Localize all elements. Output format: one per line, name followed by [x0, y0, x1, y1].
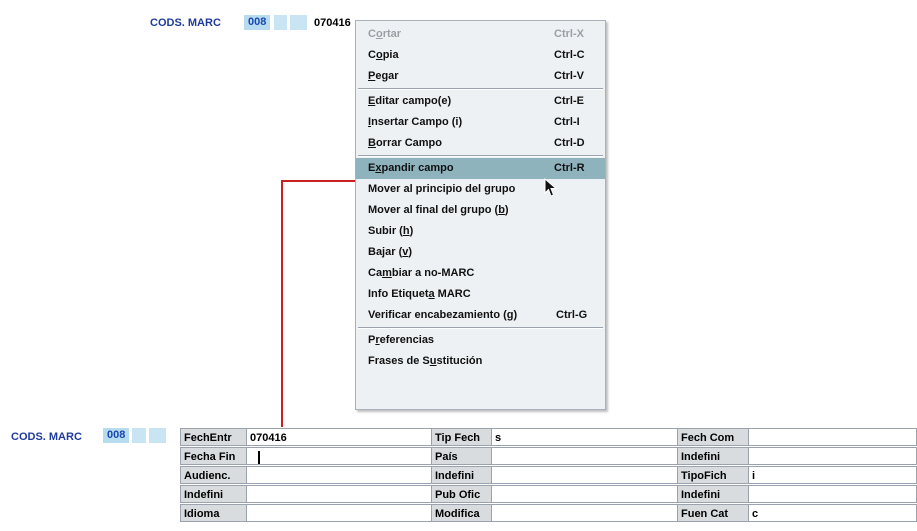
menu-item-editar-campo[interactable]: Editar campo(e) Ctrl-E [356, 91, 605, 112]
field-input-idioma[interactable] [246, 504, 432, 522]
marc-tag-008[interactable]: 008 [244, 15, 271, 30]
menu-item-mover-principio[interactable]: Mover al principio del grupo [356, 179, 605, 200]
menu-item-cortar[interactable]: Cortar Ctrl-X [356, 24, 605, 45]
field-label-fech-com: Fech Com [677, 428, 749, 446]
field-label-modifica: Modifica [431, 504, 492, 522]
field-label-tip-fech: Tip Fech [431, 428, 492, 446]
menu-item-copia[interactable]: Copia Ctrl-C [356, 45, 605, 66]
marc-codes-label-bottom: CODS. MARC [11, 431, 82, 443]
marc-codes-label: CODS. MARC [150, 17, 221, 29]
menu-separator [358, 155, 603, 157]
field-value: 070416 [250, 432, 287, 444]
field-label-audienc: Audienc. [180, 466, 247, 484]
connector-vertical [281, 180, 283, 427]
mouse-pointer-icon [544, 178, 558, 197]
field-input-indefini[interactable] [246, 485, 432, 503]
field-input-fecha-fin[interactable] [246, 447, 432, 465]
field-label-pub-ofic: Pub Ofic [431, 485, 492, 503]
menu-item-shortcut: Ctrl-X [554, 28, 584, 40]
field-input-indefini[interactable] [748, 447, 917, 465]
menu-item-shortcut: Ctrl-V [554, 70, 584, 82]
field-input-fechentr[interactable]: 070416 [246, 428, 432, 446]
field-value: i [752, 470, 756, 482]
field-input-indefini[interactable] [491, 466, 678, 484]
menu-item-label: Info Etiqueta MARC [368, 288, 471, 300]
field-input-pa-s[interactable] [491, 447, 678, 465]
marc-indicator-1[interactable] [274, 15, 287, 30]
marc-indicator-2[interactable] [290, 15, 307, 30]
menu-item-verificar-encabezamiento[interactable]: Verificar encabezamiento (g) Ctrl-G [356, 305, 605, 326]
menu-item-frases-sustitucion[interactable]: Frases de Sustitución [356, 351, 605, 372]
menu-item-label: Preferencias [368, 334, 435, 346]
field-label-fechentr: FechEntr [180, 428, 247, 446]
marc-indicator-2-bottom[interactable] [149, 428, 166, 443]
menu-item-shortcut: Ctrl-G [556, 309, 588, 321]
field-input-pub-ofic[interactable] [491, 485, 678, 503]
field-input-fech-com[interactable] [748, 428, 917, 446]
text-caret [258, 450, 260, 464]
menu-item-label: Mover al principio del grupo [368, 183, 516, 195]
field-input-tipofich[interactable]: i [748, 466, 917, 484]
menu-item-label: Editar campo(e) [368, 95, 452, 107]
marc-tag-008-bottom[interactable]: 008 [103, 428, 130, 443]
field-input-modifica[interactable] [491, 504, 678, 522]
menu-item-label: Bajar (v) [368, 246, 413, 258]
field-label-fecha-fin: Fecha Fin [180, 447, 247, 465]
field-input-indefini[interactable] [748, 485, 917, 503]
field-label-tipofich: TipoFich [677, 466, 749, 484]
field-value: s [495, 432, 502, 444]
menu-item-bajar[interactable]: Bajar (v) [356, 242, 605, 263]
field-input-fuen-cat[interactable]: c [748, 504, 917, 522]
menu-item-label: Expandir campo [368, 162, 454, 174]
field-input-tip-fech[interactable]: s [491, 428, 678, 446]
menu-item-label: Pegar [368, 70, 399, 82]
menu-item-mover-final[interactable]: Mover al final del grupo (b) [356, 200, 605, 221]
menu-item-shortcut: Ctrl-R [554, 162, 585, 174]
connector-horizontal [281, 180, 356, 182]
menu-item-label: Cortar [368, 28, 402, 40]
field-label-indefini: Indefini [677, 485, 749, 503]
menu-item-preferencias[interactable]: Preferencias [356, 330, 605, 351]
field-label-idioma: Idioma [180, 504, 247, 522]
menu-item-label: Copia [368, 49, 399, 61]
marc-indicator-1-bottom[interactable] [132, 428, 146, 443]
menu-item-info-etiqueta[interactable]: Info Etiqueta MARC [356, 284, 605, 305]
menu-item-borrar-campo[interactable]: Borrar Campo Ctrl-D [356, 133, 605, 154]
menu-item-shortcut: Ctrl-E [554, 95, 584, 107]
field-value: c [752, 508, 759, 520]
menu-item-shortcut: Ctrl-C [554, 49, 585, 61]
menu-item-subir[interactable]: Subir (h) [356, 221, 605, 242]
menu-item-label: Borrar Campo [368, 137, 442, 149]
menu-item-label: Cambiar a no-MARC [368, 267, 475, 279]
menu-item-insertar-campo[interactable]: Insertar Campo (i) Ctrl-I [356, 112, 605, 133]
menu-item-shortcut: Ctrl-D [554, 137, 585, 149]
menu-item-label: Mover al final del grupo (b) [368, 204, 509, 216]
menu-item-expandir-campo[interactable]: Expandir campo Ctrl-R [356, 158, 605, 179]
menu-item-label: Frases de Sustitución [368, 355, 483, 367]
menu-item-label: Subir (h) [368, 225, 414, 237]
marc-field-value[interactable]: 070416 [314, 17, 355, 29]
menu-item-cambiar-no-marc[interactable]: Cambiar a no-MARC [356, 263, 605, 284]
menu-item-label: Verificar encabezamiento (g) [368, 309, 518, 321]
field-label-fuen-cat: Fuen Cat [677, 504, 749, 522]
field-label-indefini: Indefini [677, 447, 749, 465]
menu-item-label: Insertar Campo (i) [368, 116, 463, 128]
menu-separator [358, 327, 603, 329]
field-input-audienc[interactable] [246, 466, 432, 484]
context-menu: Cortar Ctrl-X Copia Ctrl-C Pegar Ctrl-V Editar… [355, 20, 606, 410]
field-label-indefini: Indefini [431, 466, 492, 484]
menu-separator [358, 88, 603, 90]
menu-item-pegar[interactable]: Pegar Ctrl-V [356, 66, 605, 87]
menu-item-shortcut: Ctrl-I [554, 116, 580, 128]
field-label-pa-s: País [431, 447, 492, 465]
field-label-indefini: Indefini [180, 485, 247, 503]
